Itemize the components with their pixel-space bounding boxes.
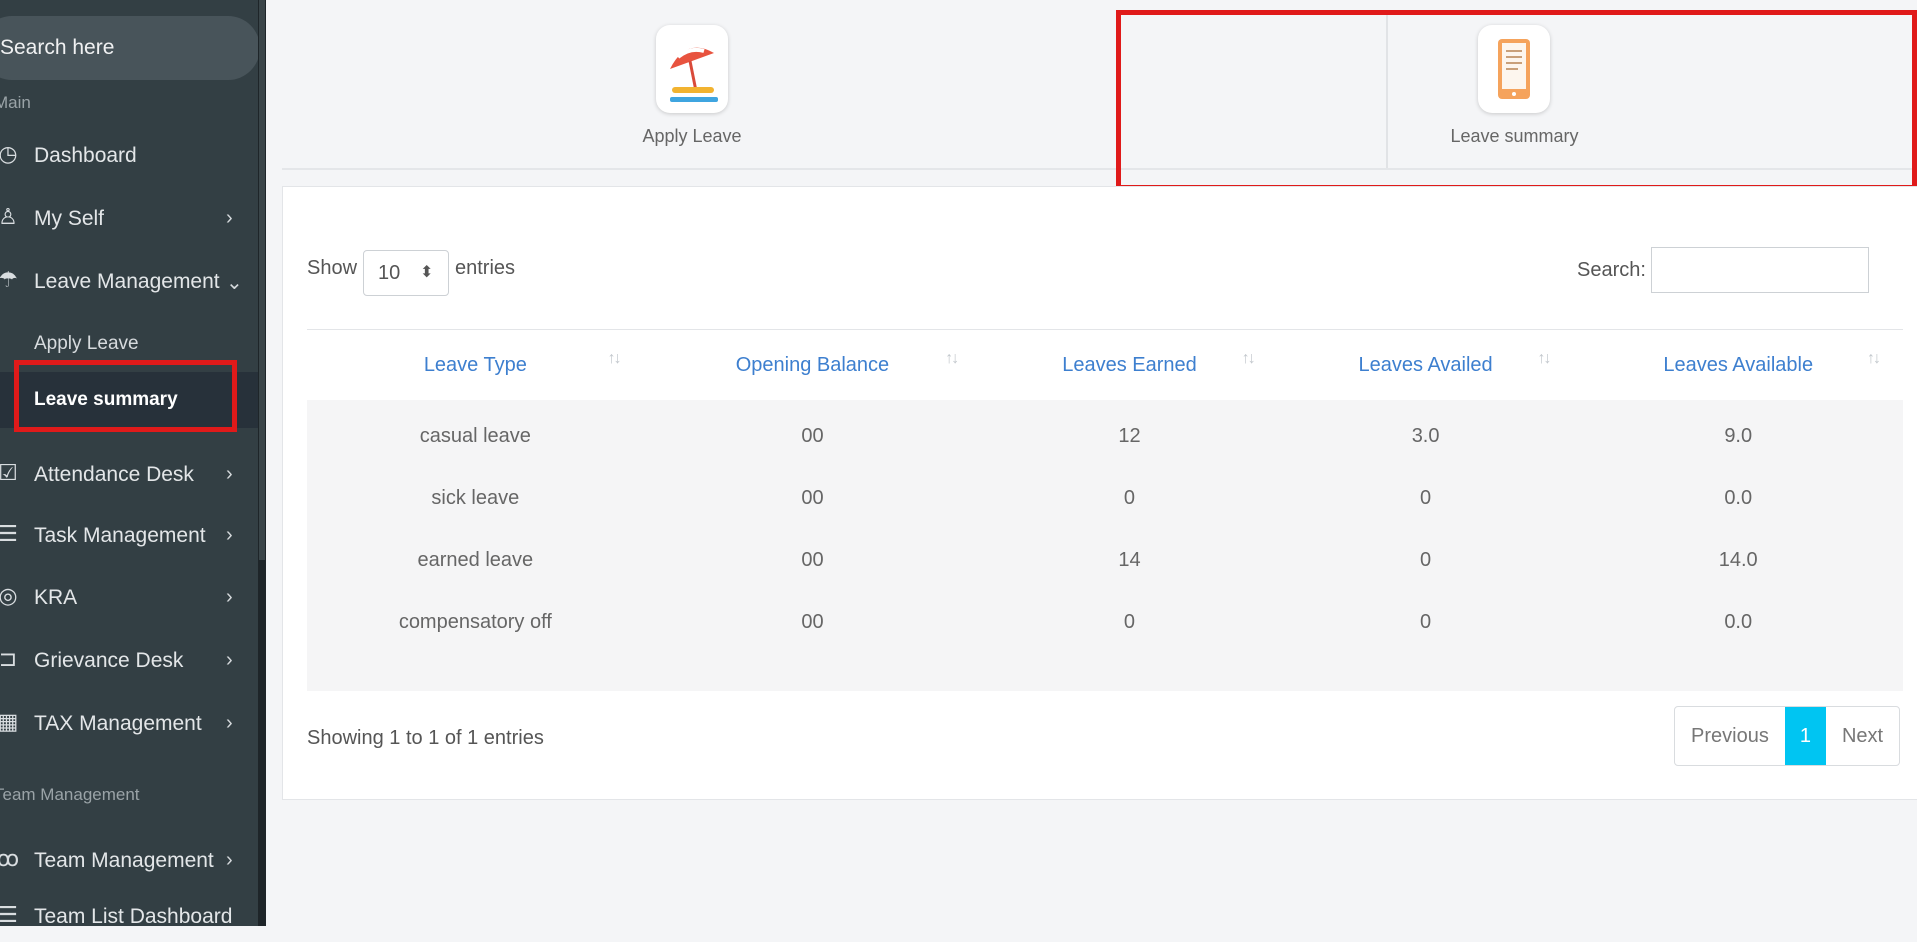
sidebar-subitem-label: Apply Leave [34,333,139,354]
chevron-right-icon: › [226,586,233,608]
cell-opening-balance: 00 [643,529,982,591]
sidebar-item-kra[interactable]: ◎ KRA › [0,573,258,623]
cell-leaves-available: 0.0 [1573,591,1903,653]
column-header-leaves-availed[interactable]: Leaves Availed ↑↓ [1277,329,1574,400]
cell-leaves-earned: 0 [981,591,1278,653]
sidebar-item-team-management[interactable]: ꝏ Team Management › [0,836,258,886]
column-header-leaves-earned[interactable]: Leaves Earned ↑↓ [981,329,1278,400]
chevron-down-icon: ⌄ [226,272,243,294]
chevron-right-icon: › [226,849,233,871]
cell-leave-type: earned leave [307,529,644,591]
tab-apply-leave[interactable]: Apply Leave [282,0,1102,168]
cell-leave-type: casual leave [307,400,644,467]
table-info: Showing 1 to 1 of 1 entries [307,727,544,749]
table-header-row: Leave Type ↑↓ Opening Balance ↑↓ Leaves Ea… [307,329,1903,400]
sidebar-item-label: Team Management [34,849,214,872]
tab-label: Apply Leave [642,126,742,146]
sidebar-item-label: Leave Management [34,270,220,293]
column-header-opening-balance[interactable]: Opening Balance ↑↓ [643,329,982,400]
chevron-right-icon: › [226,712,233,734]
cell-leaves-availed: 3.0 [1277,400,1574,467]
section-label-main: Main [0,93,31,112]
calendar-check-icon: ☑ [0,460,18,485]
cell-leaves-available: 9.0 [1573,400,1903,467]
sort-icon: ↑↓ [1867,350,1881,367]
pagination: Previous 1 Next [1674,706,1901,766]
sidebar-item-task-management[interactable]: ☰ Task Management › [0,511,258,561]
column-header-leaves-available[interactable]: Leaves Available ↑↓ [1573,329,1903,400]
cell-opening-balance: 00 [643,400,982,467]
highlight-box-tab [1116,10,1917,190]
sidebar-scrollbar-thumb[interactable] [259,0,265,560]
ticket-icon: ⊐ [0,646,18,671]
sidebar-item-label: KRA [34,586,78,609]
sidebar-item-label: Grievance Desk [34,649,184,672]
table-row: earned leave 00 14 0 14.0 [307,529,1903,591]
beach-umbrella-icon [656,25,728,113]
highlight-box-sidebar [14,360,237,432]
page-1-button[interactable]: 1 [1784,707,1826,765]
user-icon: ♙ [0,204,18,229]
sidebar-item-leave-management[interactable]: ☂ Leave Management ⌄ [0,257,258,307]
table-padding-row [307,653,1903,691]
cell-leave-type: compensatory off [307,591,644,653]
page-length-value: 10 [378,262,401,284]
sidebar-item-label: Team List Dashboard [34,905,233,928]
sidebar-item-label: Dashboard [34,144,137,167]
cell-opening-balance: 00 [643,467,982,529]
list-icon: ☰ [0,902,18,927]
cell-leaves-available: 0.0 [1573,467,1903,529]
dashboard-icon: ◷ [0,141,18,166]
table-row: sick leave 00 0 0 0.0 [307,467,1903,529]
chevron-right-icon: › [226,463,233,485]
sort-icon: ↑↓ [1537,350,1551,367]
target-icon: ◎ [0,583,18,608]
tasks-icon: ☰ [0,521,18,546]
cell-leaves-availed: 0 [1277,467,1574,529]
sidebar-item-attendance-desk[interactable]: ☑ Attendance Desk › [0,450,258,500]
previous-button[interactable]: Previous [1675,707,1785,765]
sidebar-item-dashboard[interactable]: ◷ Dashboard [0,131,258,181]
cell-leaves-available: 14.0 [1573,529,1903,591]
sidebar-item-label: My Self [34,207,105,230]
sort-icon: ↑↓ [945,350,959,367]
sidebar-item-label: Task Management [34,524,206,547]
cell-leaves-availed: 0 [1277,591,1574,653]
sort-icon: ↑↓ [607,350,622,367]
table-row: compensatory off 00 0 0 0.0 [307,591,1903,653]
chevron-right-icon: › [226,524,233,546]
next-button[interactable]: Next [1826,707,1899,765]
sort-icon: ↑↓ [1241,350,1256,367]
chevron-right-icon: › [226,649,233,671]
sidebar-item-my-self[interactable]: ♙ My Self › [0,194,258,244]
cell-leaves-earned: 12 [981,400,1278,467]
search-label: Search: [1577,259,1646,281]
sort-updown-icon: ⬍ [420,264,434,281]
team-icon: ꝏ [0,846,20,871]
section-label-team: Team Management [0,785,140,804]
leave-summary-table: Leave Type ↑↓ Opening Balance ↑↓ Leaves Ea… [307,329,1903,691]
table-row: casual leave 00 12 3.0 9.0 [307,400,1903,467]
sidebar: Search here Main ◷ Dashboard ♙ My Self ›… [0,0,262,928]
page-length-select[interactable]: 10 ⬍ [363,250,449,296]
umbrella-icon: ☂ [0,267,18,292]
cell-opening-balance: 00 [643,591,982,653]
calculator-icon: ▦ [0,709,19,734]
entries-label: entries [455,257,516,279]
sidebar-item-label: Attendance Desk [34,463,194,486]
chevron-right-icon: › [226,207,233,229]
sidebar-search-input[interactable]: Search here [0,16,260,80]
column-header-leave-type[interactable]: Leave Type ↑↓ [307,329,644,400]
leave-summary-card: Show 10 ⬍ entries Search: Leave Type ↑↓ O… [282,186,1917,800]
table-search-input[interactable] [1651,247,1869,293]
cell-leaves-earned: 14 [981,529,1278,591]
cell-leaves-availed: 0 [1277,529,1574,591]
sidebar-item-tax-management[interactable]: ▦ TAX Management › [0,699,258,749]
sidebar-item-team-list-dashboard[interactable]: ☰ Team List Dashboard [0,892,258,942]
cell-leave-type: sick leave [307,467,644,529]
show-label: Show [307,257,358,279]
sidebar-item-grievance-desk[interactable]: ⊐ Grievance Desk › [0,636,258,686]
cell-leaves-earned: 0 [981,467,1278,529]
sidebar-item-label: TAX Management [34,712,202,735]
